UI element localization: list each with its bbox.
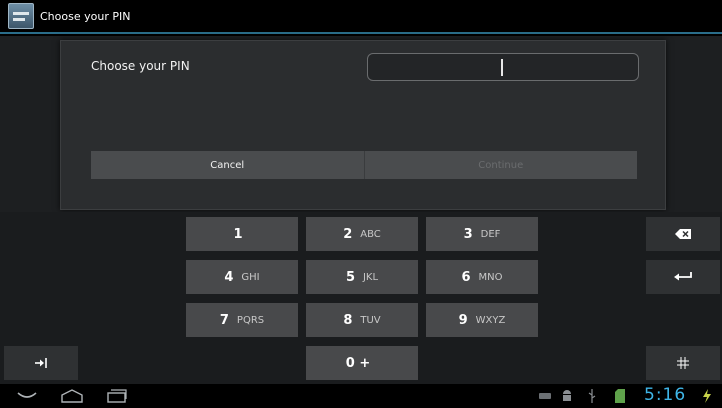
tab-key[interactable] [4,346,78,380]
tab-icon [35,358,47,368]
usb-icon [586,388,598,404]
key-5[interactable]: 5 JKL [306,260,418,294]
key-9[interactable]: 9 WXYZ [426,303,538,337]
home-icon[interactable] [60,388,84,404]
pin-label: Choose your PIN [91,59,190,73]
system-bar: 5:16 [0,384,722,408]
recent-apps-icon[interactable] [106,388,128,404]
key-2[interactable]: 2 ABC [306,217,418,251]
pin-dialog: Choose your PIN Cancel Continue [60,40,666,210]
text-caret [501,59,503,76]
clock: 5:16 [644,385,687,405]
key-1[interactable]: 1 [186,217,298,251]
symbols-icon [677,357,689,369]
cancel-button[interactable]: Cancel [91,151,364,179]
battery-charging-icon [700,388,714,404]
backspace-key[interactable] [646,217,720,251]
keyboard-icon [538,388,552,404]
key-8[interactable]: 8 TUV [306,303,418,337]
symbols-key[interactable] [646,346,720,380]
continue-button[interactable]: Continue [363,151,638,179]
settings-app-icon [8,3,34,29]
enter-key[interactable] [646,260,720,294]
backspace-icon [675,229,691,239]
enter-icon [674,272,692,281]
pin-input[interactable] [367,53,639,81]
title-bar: Choose your PIN [0,0,722,34]
key-0-plus[interactable]: 0 + [306,346,418,380]
key-3[interactable]: 3 DEF [426,217,538,251]
android-icon [560,388,574,404]
numeric-keyboard: 1 2 ABC 3 DEF 4 GHI 5 JKL 6 MNO 7 PQRS 8… [0,212,722,384]
sd-card-icon [614,388,626,404]
key-7[interactable]: 7 PQRS [186,303,298,337]
window-title: Choose your PIN [40,9,131,23]
key-4[interactable]: 4 GHI [186,260,298,294]
dialog-buttons: Cancel Continue [91,151,637,179]
key-6[interactable]: 6 MNO [426,260,538,294]
back-icon[interactable] [16,388,38,404]
